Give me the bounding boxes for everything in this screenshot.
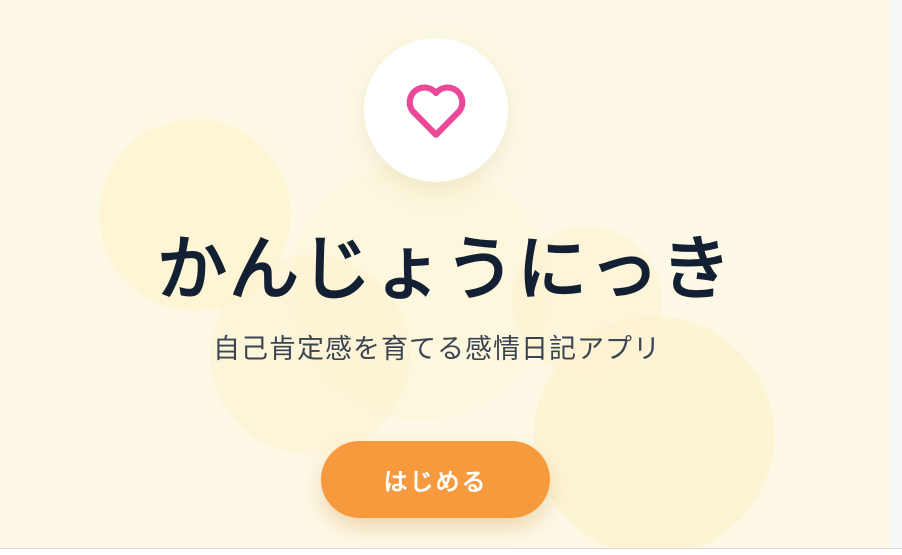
bottom-divider xyxy=(0,548,902,549)
start-button[interactable]: はじめる xyxy=(321,441,550,518)
welcome-screen: かんじょうにっき 自己肯定感を育てる感情日記アプリ はじめる xyxy=(0,0,890,548)
heart-icon xyxy=(406,84,466,138)
right-edge xyxy=(890,0,902,548)
app-subtitle: 自己肯定感を育てる感情日記アプリ xyxy=(213,334,661,365)
app-title: かんじょうにっき xyxy=(157,228,733,310)
app-logo xyxy=(364,38,508,182)
